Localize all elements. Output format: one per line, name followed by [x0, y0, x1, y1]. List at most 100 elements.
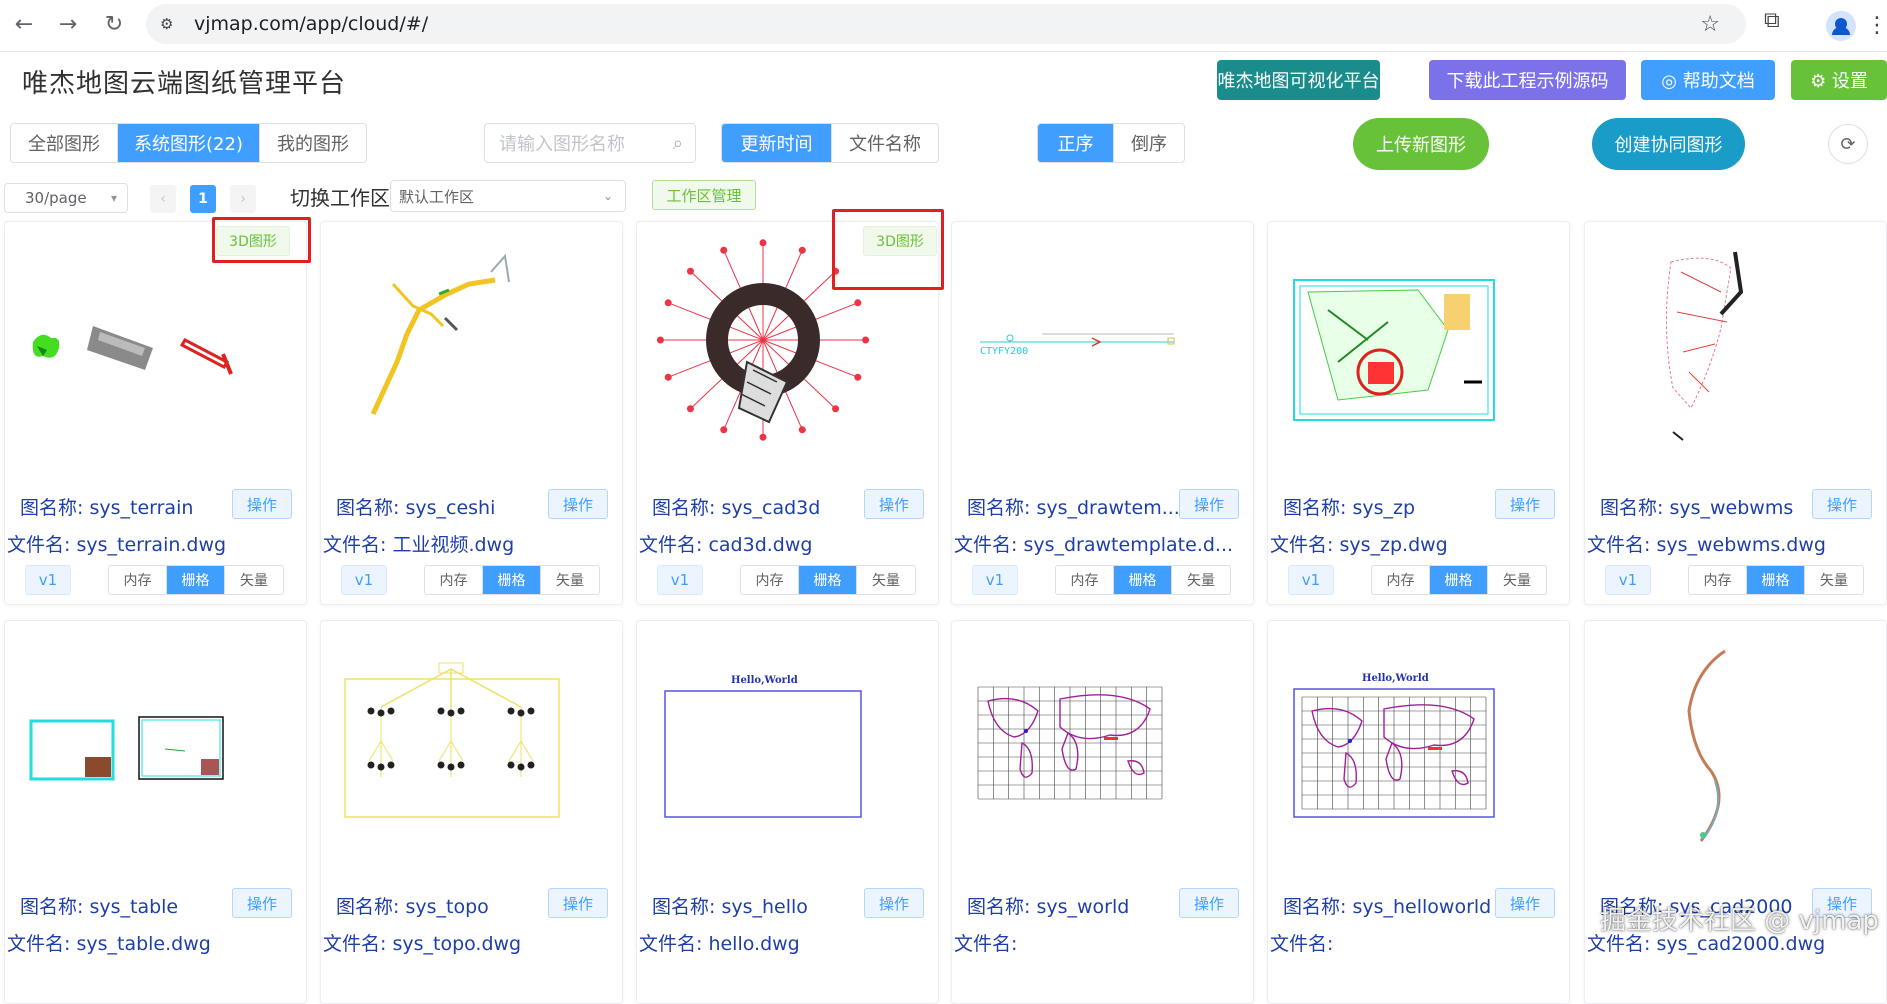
bookmark-star-icon[interactable]: ☆	[1700, 12, 1720, 37]
settings-button[interactable]: ⚙ 设置	[1791, 60, 1887, 100]
mode-raster[interactable]: 栅格	[1747, 566, 1805, 594]
search-icon[interactable]: ⌕	[673, 133, 683, 154]
render-mode-tabs: 内存 栅格 矢量	[740, 565, 916, 595]
url-text[interactable]: vjmap.com/app/cloud/#/	[194, 13, 428, 35]
graphic-card[interactable]: 图名称: sys_ceshi 操作 文件名: 工业视频.dwg v1 内存 栅格 矢量	[320, 221, 623, 605]
search-input[interactable]: 请输入图形名称 ⌕	[484, 123, 696, 163]
prev-page-button[interactable]: ‹	[150, 185, 176, 213]
graphic-card[interactable]: 图名称: sys_world 操作 文件名:	[951, 620, 1254, 1004]
graphic-card[interactable]: 图名称: sys_zp 操作 文件名: sys_zp.dwg v1 内存 栅格 矢量	[1267, 221, 1570, 605]
mode-memory[interactable]: 内存	[109, 566, 167, 594]
graphic-thumbnail[interactable]: Hello,World	[1268, 621, 1571, 879]
sort-descending[interactable]: 倒序	[1114, 124, 1184, 162]
workspace-manage-button[interactable]: 工作区管理	[652, 180, 756, 210]
mode-memory[interactable]: 内存	[1689, 566, 1747, 594]
graphic-thumbnail[interactable]	[5, 621, 308, 879]
mode-vector[interactable]: 矢量	[541, 566, 599, 594]
sort-by-update-time[interactable]: 更新时间	[722, 124, 832, 162]
file-name: 文件名: hello.dwg	[639, 933, 800, 955]
version-badge[interactable]: v1	[1605, 565, 1651, 595]
sort-ascending[interactable]: 正序	[1038, 124, 1114, 162]
page-1-button[interactable]: 1	[190, 185, 216, 213]
graphic-card[interactable]: CTYFY200 图名称: sys_drawtem... 操作 文件名: sys_dr…	[951, 221, 1254, 605]
graphic-card[interactable]: 图名称: sys_cad2000 操作 文件名: sys_cad2000.dwg	[1584, 620, 1887, 1004]
mode-vector[interactable]: 矢量	[1172, 566, 1230, 594]
operate-button[interactable]: 操作	[1495, 489, 1555, 519]
operate-button[interactable]: 操作	[548, 489, 608, 519]
operate-button[interactable]: 操作	[1179, 888, 1239, 918]
operate-button[interactable]: 操作	[548, 888, 608, 918]
mode-raster[interactable]: 栅格	[167, 566, 225, 594]
file-name: 文件名: sys_topo.dwg	[323, 933, 522, 955]
graphic-thumbnail[interactable]	[321, 621, 624, 879]
mode-vector[interactable]: 矢量	[857, 566, 915, 594]
mode-memory[interactable]: 内存	[741, 566, 799, 594]
mode-raster[interactable]: 栅格	[1114, 566, 1172, 594]
version-badge[interactable]: v1	[341, 565, 387, 595]
version-badge[interactable]: v1	[972, 565, 1018, 595]
thumb-label: Hello,World	[1362, 673, 1429, 684]
mode-memory[interactable]: 内存	[1056, 566, 1114, 594]
operate-button[interactable]: 操作	[232, 489, 292, 519]
graphic-thumbnail[interactable]: Hello,World	[637, 621, 940, 879]
profile-avatar-icon[interactable]	[1826, 11, 1856, 41]
graphic-thumbnail[interactable]	[1585, 222, 1887, 480]
operate-button[interactable]: 操作	[1812, 489, 1872, 519]
mode-raster[interactable]: 栅格	[1430, 566, 1488, 594]
chevron-down-icon: ⌄	[602, 189, 613, 203]
graphic-card[interactable]: 3D图形 图名称: sys_terrain 操作 文件名: sys_terrain.d…	[4, 221, 307, 605]
version-badge[interactable]: v1	[657, 565, 703, 595]
graphic-card[interactable]: Hello,World 图名称: sys_helloworld 操作 文件名:	[1267, 620, 1570, 1004]
graphic-thumbnail[interactable]	[321, 222, 624, 480]
graphic-thumbnail[interactable]	[1268, 222, 1571, 480]
mode-memory[interactable]: 内存	[1372, 566, 1430, 594]
back-arrow-icon[interactable]: ←	[10, 10, 38, 38]
version-badge[interactable]: v1	[1288, 565, 1334, 595]
reload-icon[interactable]: ↻	[100, 10, 128, 38]
extensions-icon[interactable]: ⧉	[1764, 8, 1780, 33]
forward-arrow-icon[interactable]: →	[54, 10, 82, 38]
upload-graphic-button[interactable]: 上传新图形	[1353, 118, 1489, 170]
site-settings-icon[interactable]: ⚙	[160, 15, 184, 33]
mode-vector[interactable]: 矢量	[1488, 566, 1546, 594]
app-title: 唯杰地图云端图纸管理平台	[22, 69, 347, 99]
next-page-button[interactable]: ›	[230, 185, 256, 213]
graphic-thumbnail[interactable]	[1585, 621, 1887, 879]
map-name: 图名称: sys_webwms	[1600, 497, 1794, 519]
workspace-select[interactable]: 默认工作区 ⌄	[390, 180, 626, 212]
graphic-card[interactable]: 图名称: sys_topo 操作 文件名: sys_topo.dwg	[320, 620, 623, 1004]
operate-button[interactable]: 操作	[864, 489, 924, 519]
graphic-card[interactable]: Hello,World 图名称: sys_hello 操作 文件名: hello.dw…	[636, 620, 939, 1004]
graphic-card[interactable]: 图名称: sys_webwms 操作 文件名: sys_webwms.dwg v1 内…	[1584, 221, 1887, 605]
mode-memory[interactable]: 内存	[425, 566, 483, 594]
file-name: 文件名: sys_table.dwg	[7, 933, 211, 955]
visual-platform-button[interactable]: 唯杰地图可视化平台	[1217, 60, 1380, 100]
create-collab-graphic-button[interactable]: 创建协同图形	[1592, 118, 1745, 170]
graphic-card[interactable]: 图名称: sys_table 操作 文件名: sys_table.dwg	[4, 620, 307, 1004]
map-name: 图名称: sys_world	[967, 896, 1130, 918]
operate-button[interactable]: 操作	[1179, 489, 1239, 519]
sort-by-file-name[interactable]: 文件名称	[832, 124, 938, 162]
tab-all-graphics[interactable]: 全部图形	[11, 124, 118, 162]
mode-raster[interactable]: 栅格	[483, 566, 541, 594]
page-size-select[interactable]: 30/page ▾	[4, 183, 128, 213]
address-bar[interactable]: ⚙ vjmap.com/app/cloud/#/ ☆	[146, 4, 1746, 44]
help-docs-button[interactable]: ◎ 帮助文档	[1641, 60, 1775, 100]
tab-my-graphics[interactable]: 我的图形	[260, 124, 366, 162]
file-name: 文件名: sys_terrain.dwg	[7, 534, 227, 556]
operate-button[interactable]: 操作	[864, 888, 924, 918]
operate-button[interactable]: 操作	[1495, 888, 1555, 918]
mode-raster[interactable]: 栅格	[799, 566, 857, 594]
tab-system-graphics[interactable]: 系统图形(22)	[118, 124, 260, 162]
browser-menu-icon[interactable]: ⋮	[1866, 13, 1887, 38]
refresh-icon[interactable]: ⟳	[1828, 124, 1868, 164]
thumb-label: CTYFY200	[980, 346, 1028, 357]
mode-vector[interactable]: 矢量	[225, 566, 283, 594]
graphic-thumbnail[interactable]: CTYFY200	[952, 222, 1255, 480]
operate-button[interactable]: 操作	[232, 888, 292, 918]
mode-vector[interactable]: 矢量	[1805, 566, 1863, 594]
graphic-thumbnail[interactable]	[952, 621, 1255, 879]
download-source-button[interactable]: 下载此工程示例源码	[1429, 60, 1626, 100]
version-badge[interactable]: v1	[25, 565, 71, 595]
map-name: 图名称: sys_cad3d	[652, 497, 821, 519]
